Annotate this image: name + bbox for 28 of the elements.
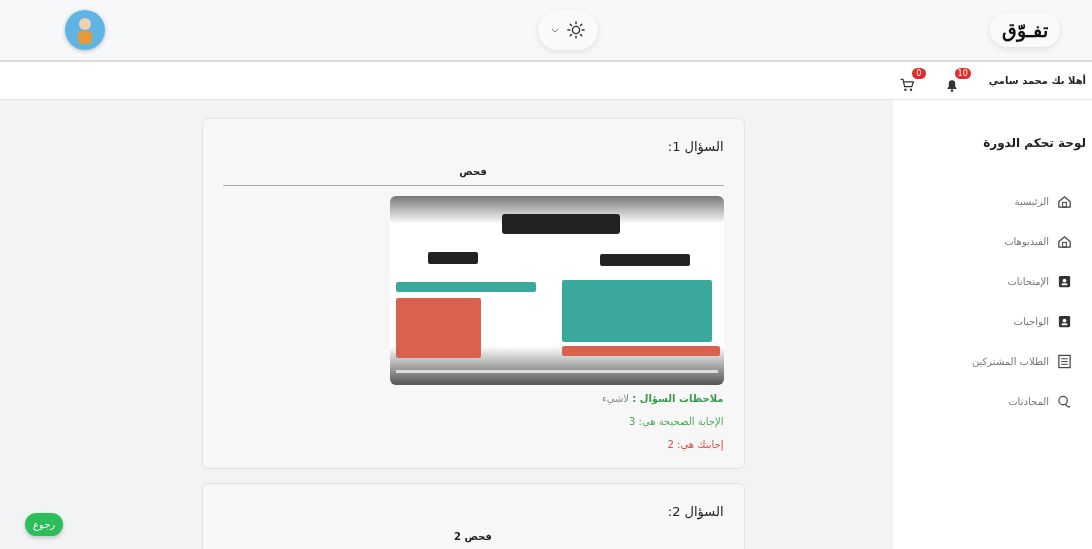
house-icon: [1057, 234, 1072, 249]
chevron-down-icon: [550, 27, 559, 33]
sidebar-item[interactable]: الإمتحانات: [1007, 274, 1072, 289]
list-icon: [1057, 354, 1072, 369]
sidebar-item[interactable]: الفيديوهات: [1004, 234, 1072, 249]
sidebar-item[interactable]: المحادثات: [1008, 394, 1072, 409]
question-text: فحص: [458, 166, 488, 177]
cart-icon[interactable]: [898, 77, 915, 93]
question-notes: ملاحظات السؤال : لاشيء: [600, 393, 724, 404]
house-icon: [1057, 194, 1072, 209]
notification-count: 10: [954, 68, 971, 79]
cart-count: 0: [911, 68, 926, 79]
sidebar-item[interactable]: الواجبات: [1013, 314, 1072, 329]
sidebar-title: لوحة تحكم الدورة: [982, 136, 1086, 150]
theme-toggle[interactable]: [537, 10, 598, 50]
logo[interactable]: تفـوّق: [990, 13, 1060, 47]
sidebar-item[interactable]: الرئيسية: [1014, 194, 1072, 209]
id-badge-icon: [1057, 274, 1072, 289]
greeting: أهلا بك محمد سامي: [988, 75, 1086, 86]
your-answer: إجابتك هي: 2: [666, 439, 724, 450]
correct-answer: الإجابة الصحيحة هي: 3: [627, 416, 724, 427]
id-badge-icon: [1057, 314, 1072, 329]
sun-icon: [566, 21, 585, 39]
back-button[interactable]: رجوع: [25, 513, 64, 536]
question-text: فحص 2: [453, 531, 493, 542]
question-title: السؤال 1:: [666, 139, 724, 154]
sidebar-item[interactable]: الطلاب المشتركين: [971, 354, 1072, 369]
question-title: السؤال 2:: [666, 504, 724, 519]
